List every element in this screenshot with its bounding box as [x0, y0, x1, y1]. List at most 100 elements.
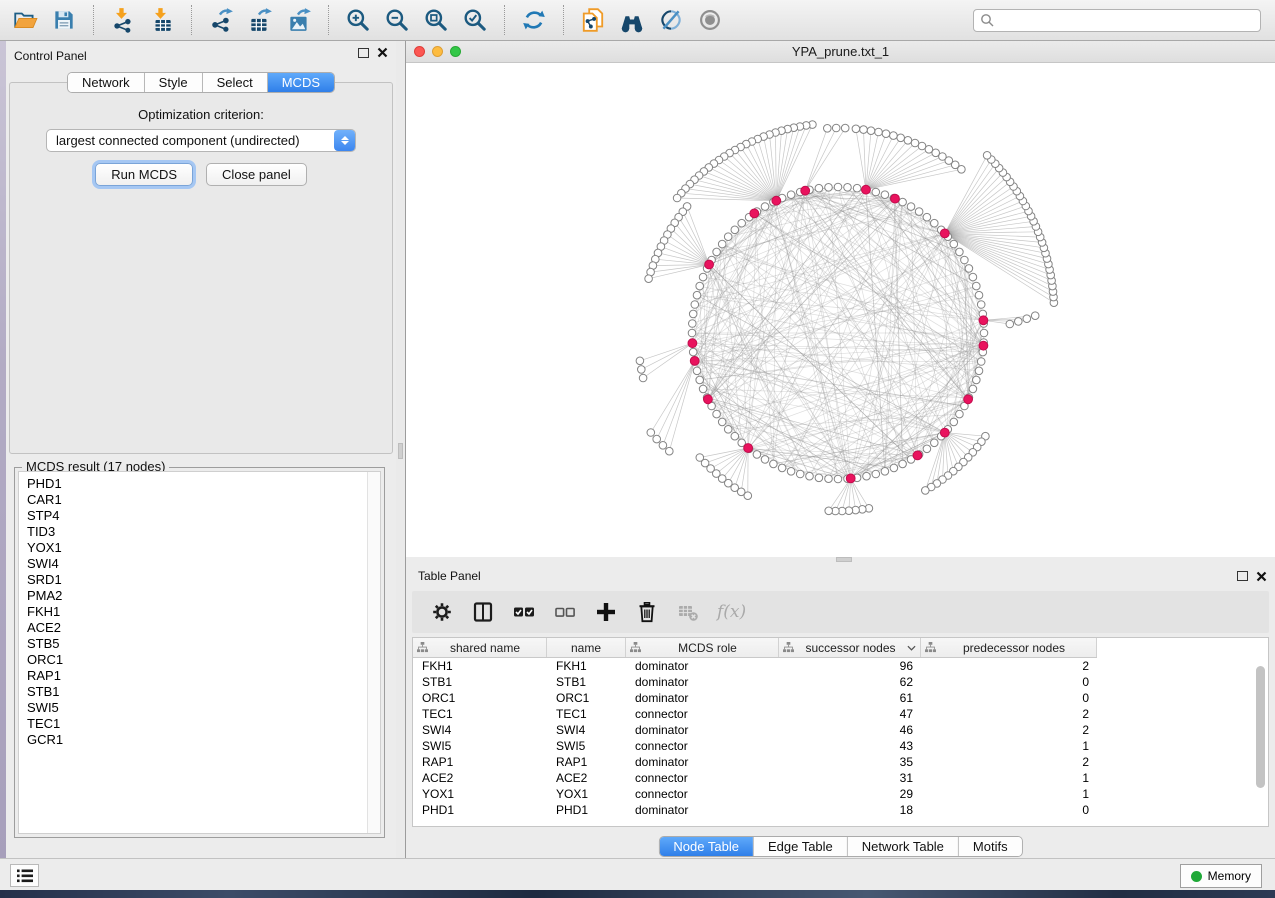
network-hub-node[interactable] [979, 341, 988, 350]
network-node[interactable] [696, 376, 704, 384]
task-history-button[interactable] [10, 864, 39, 887]
network-node[interactable] [977, 301, 985, 309]
mcds-result-item[interactable]: YOX1 [19, 540, 366, 556]
zoom-selected-icon[interactable] [460, 5, 490, 35]
network-node[interactable] [689, 348, 697, 356]
network-leaf-node[interactable] [983, 152, 991, 160]
network-hub-node[interactable] [772, 196, 781, 205]
network-node[interactable] [738, 219, 746, 227]
network-hub-node[interactable] [862, 185, 871, 194]
network-node[interactable] [691, 301, 699, 309]
network-node[interactable] [975, 291, 983, 299]
float-panel-icon[interactable] [1237, 571, 1248, 581]
column-header-name[interactable]: name [547, 638, 626, 657]
network-leaf-node[interactable] [1015, 318, 1023, 326]
network-node[interactable] [834, 475, 842, 483]
network-node[interactable] [696, 282, 704, 290]
network-node[interactable] [778, 464, 786, 472]
table-row[interactable]: PHD1PHD1dominator180 [413, 802, 1268, 818]
network-leaf-node[interactable] [1023, 315, 1031, 323]
close-panel-icon[interactable] [1256, 571, 1267, 582]
column-header-successor-nodes[interactable]: successor nodes [779, 638, 921, 657]
export-table-icon[interactable] [245, 5, 275, 35]
network-node[interactable] [731, 432, 739, 440]
splitter-grip[interactable] [398, 443, 403, 459]
result-list-scrollbar[interactable] [367, 472, 380, 833]
network-node[interactable] [718, 240, 726, 248]
network-leaf-node[interactable] [890, 132, 898, 140]
network-hub-node[interactable] [940, 428, 949, 437]
network-node[interactable] [693, 291, 701, 299]
network-leaf-node[interactable] [825, 507, 833, 515]
network-node[interactable] [890, 464, 898, 472]
network-node[interactable] [969, 385, 977, 393]
network-leaf-node[interactable] [904, 137, 912, 145]
open-file-icon[interactable] [10, 5, 40, 35]
network-leaf-node[interactable] [867, 127, 875, 135]
mcds-result-item[interactable]: SRD1 [19, 572, 366, 588]
mcds-result-item[interactable]: RAP1 [19, 668, 366, 684]
network-node[interactable] [825, 184, 833, 192]
mcds-result-item[interactable]: TEC1 [19, 716, 366, 732]
network-node[interactable] [907, 203, 915, 211]
network-hub-node[interactable] [846, 474, 855, 483]
network-hub-node[interactable] [913, 451, 922, 460]
network-node[interactable] [973, 282, 981, 290]
network-node[interactable] [923, 445, 931, 453]
deselect-all-checkboxes-icon[interactable] [553, 600, 577, 624]
network-node[interactable] [956, 410, 964, 418]
table-scrollbar[interactable] [1255, 662, 1266, 822]
network-node[interactable] [844, 184, 852, 192]
table-row[interactable]: ORC1ORC1dominator610 [413, 690, 1268, 706]
network-node[interactable] [931, 439, 939, 447]
network-node[interactable] [724, 233, 732, 241]
table-row[interactable]: YOX1YOX1connector291 [413, 786, 1268, 802]
network-node[interactable] [961, 256, 969, 264]
network-node[interactable] [761, 203, 769, 211]
tab-style[interactable]: Style [145, 73, 203, 92]
mcds-result-item[interactable]: STB1 [19, 684, 366, 700]
network-node[interactable] [853, 184, 861, 192]
table-row[interactable]: RAP1RAP1dominator352 [413, 754, 1268, 770]
network-leaf-node[interactable] [696, 454, 704, 462]
network-node[interactable] [689, 320, 697, 328]
network-node[interactable] [693, 367, 701, 375]
network-node[interactable] [834, 183, 842, 191]
mcds-result-item[interactable]: FKH1 [19, 604, 366, 620]
column-header-shared-name[interactable]: shared name [413, 638, 547, 657]
network-overview-icon[interactable] [578, 5, 608, 35]
network-node[interactable] [977, 358, 985, 366]
tab-mcds[interactable]: MCDS [268, 73, 334, 92]
network-leaf-node[interactable] [673, 194, 681, 202]
network-node[interactable] [699, 273, 707, 281]
network-node[interactable] [787, 468, 795, 476]
network-leaf-node[interactable] [882, 130, 890, 138]
network-node[interactable] [713, 410, 721, 418]
float-panel-icon[interactable] [358, 48, 369, 58]
network-hub-node[interactable] [690, 357, 699, 366]
network-leaf-node[interactable] [918, 142, 926, 150]
network-leaf-node[interactable] [922, 487, 930, 495]
network-node[interactable] [787, 191, 795, 199]
close-panel-button[interactable]: Close panel [206, 163, 307, 186]
network-leaf-node[interactable] [897, 134, 905, 142]
hide-graphics-details-icon[interactable] [656, 5, 686, 35]
network-hub-node[interactable] [891, 194, 900, 203]
mcds-result-item[interactable]: TID3 [19, 524, 366, 540]
network-leaf-node[interactable] [875, 128, 883, 136]
refresh-layout-icon[interactable] [519, 5, 549, 35]
network-leaf-node[interactable] [841, 124, 849, 132]
add-column-icon[interactable] [594, 600, 618, 624]
tab-select[interactable]: Select [203, 73, 268, 92]
network-node[interactable] [969, 273, 977, 281]
tab-motifs[interactable]: Motifs [959, 837, 1022, 856]
select-all-checkboxes-icon[interactable] [512, 600, 536, 624]
network-node[interactable] [923, 213, 931, 221]
network-node[interactable] [899, 460, 907, 468]
network-leaf-node[interactable] [824, 125, 832, 133]
table-row[interactable]: SWI5SWI5connector431 [413, 738, 1268, 754]
network-node[interactable] [825, 475, 833, 483]
close-panel-icon[interactable] [377, 47, 388, 58]
columns-icon[interactable] [471, 600, 495, 624]
network-node[interactable] [950, 240, 958, 248]
